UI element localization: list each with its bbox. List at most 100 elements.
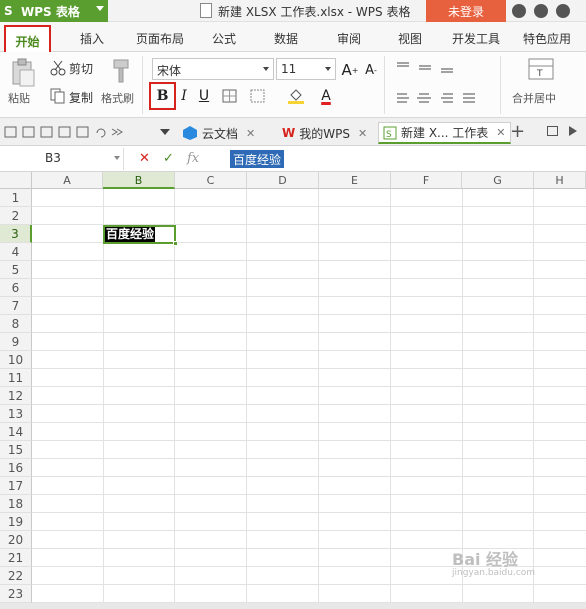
skin-icon[interactable] — [512, 4, 526, 18]
underline-button[interactable]: U — [194, 85, 214, 107]
column-header[interactable]: H — [534, 172, 586, 189]
column-header[interactable]: B — [103, 172, 175, 189]
tab-list-caret-icon[interactable] — [160, 129, 170, 135]
tab-review[interactable]: 审阅 — [337, 30, 361, 47]
chevron-down-icon[interactable] — [114, 156, 120, 160]
row-header[interactable]: 17 — [0, 477, 32, 495]
increase-font-size-icon[interactable]: A + — [340, 59, 360, 81]
insert-function-icon[interactable]: fx — [187, 151, 199, 166]
paste-icon[interactable] — [10, 58, 36, 88]
merge-center-label[interactable]: 合并居中 — [512, 90, 556, 106]
row-header[interactable]: 12 — [0, 387, 32, 405]
italic-button[interactable]: I — [174, 85, 194, 107]
fill-handle[interactable] — [173, 241, 178, 246]
font-name-select[interactable]: 宋体 — [152, 58, 274, 80]
select-all-corner[interactable] — [0, 172, 32, 189]
close-icon[interactable]: ✕ — [246, 127, 255, 140]
tab-insert[interactable]: 插入 — [80, 30, 104, 47]
row-header[interactable]: 2 — [0, 207, 32, 225]
row-header[interactable]: 6 — [0, 279, 32, 297]
scissors-icon[interactable] — [50, 60, 66, 76]
formula-input[interactable]: 百度经验 — [230, 150, 285, 168]
column-header[interactable]: D — [247, 172, 319, 189]
format-painter-icon[interactable] — [108, 58, 132, 86]
fill-color-icon[interactable] — [287, 87, 305, 105]
row-header[interactable]: 14 — [0, 423, 32, 441]
tab-home[interactable]: 开始 — [4, 25, 51, 55]
row-header[interactable]: 7 — [0, 297, 32, 315]
row-header[interactable]: 22 — [0, 567, 32, 585]
font-size-select[interactable]: 11 — [276, 58, 336, 80]
grid-line — [32, 260, 586, 261]
doc-tab-workbook[interactable]: S 新建 X... 工作表 ✕ — [378, 122, 511, 144]
row-header[interactable]: 8 — [0, 315, 32, 333]
column-header[interactable]: G — [462, 172, 534, 189]
grid-line — [32, 494, 586, 495]
column-header[interactable]: C — [175, 172, 247, 189]
spreadsheet-grid[interactable]: A B C D E F G H 1 2 3 4 5 6 7 8 9 10 11 12 13 14 15 16 17 18 19 20 2… — [0, 172, 586, 609]
window-list-icon[interactable] — [547, 126, 558, 136]
copy-label[interactable]: 复制 — [69, 89, 93, 106]
column-header[interactable]: E — [319, 172, 391, 189]
row-header[interactable]: 18 — [0, 495, 32, 513]
merge-center-icon[interactable]: T — [528, 58, 554, 82]
font-size-value: 11 — [281, 62, 297, 76]
row-header[interactable]: 19 — [0, 513, 32, 531]
login-button[interactable]: 未登录 — [426, 0, 506, 22]
grid-line — [32, 512, 586, 513]
paste-label[interactable]: 粘贴 — [8, 90, 30, 106]
column-header[interactable]: A — [32, 172, 103, 189]
tab-data[interactable]: 数据 — [274, 30, 298, 47]
merge-borders-icon[interactable] — [250, 89, 266, 103]
row-header[interactable]: 16 — [0, 459, 32, 477]
quick-access-toolbar — [4, 126, 123, 138]
close-icon[interactable]: ✕ — [358, 127, 367, 140]
font-color-icon[interactable]: A — [316, 85, 336, 107]
cut-label[interactable]: 剪切 — [69, 60, 93, 77]
row-header[interactable]: 13 — [0, 405, 32, 423]
decrease-font-size-icon[interactable]: A- — [361, 59, 381, 81]
title-bar: S WPS 表格 新建 XLSX 工作表.xlsx - WPS 表格 未登录 — [0, 0, 586, 22]
ribbon-tabs: 开始 插入 页面布局 公式 数据 审阅 视图 开发工具 特色应用 — [0, 22, 586, 55]
grid-line — [32, 314, 586, 315]
row-header[interactable]: 3 — [0, 225, 32, 243]
document-icon — [200, 3, 212, 18]
confirm-icon[interactable]: ✓ — [163, 151, 174, 166]
row-header[interactable]: 10 — [0, 351, 32, 369]
row-header[interactable]: 5 — [0, 261, 32, 279]
horizontal-scrollbar[interactable] — [0, 603, 586, 609]
row-header[interactable]: 23 — [0, 585, 32, 603]
grid-line — [32, 368, 586, 369]
row-header[interactable]: 4 — [0, 243, 32, 261]
grid-line — [32, 404, 586, 405]
copy-icon[interactable] — [50, 88, 66, 104]
bold-button[interactable]: B — [149, 82, 176, 110]
tab-view[interactable]: 视图 — [398, 30, 422, 47]
settings-icon[interactable] — [534, 4, 548, 18]
doc-tab-mywps[interactable]: W 我的WPS ✕ — [282, 122, 367, 144]
border-icon[interactable] — [222, 89, 238, 103]
watermark-url: jingyan.baidu.com — [452, 568, 536, 578]
column-header[interactable]: F — [391, 172, 462, 189]
row-header[interactable]: 15 — [0, 441, 32, 459]
account-icon[interactable] — [556, 4, 570, 18]
tab-formulas[interactable]: 公式 — [212, 30, 236, 47]
row-header[interactable]: 9 — [0, 333, 32, 351]
new-tab-icon[interactable]: + — [510, 121, 525, 142]
row-header[interactable]: 20 — [0, 531, 32, 549]
format-painter-label[interactable]: 格式刷 — [101, 90, 134, 106]
cancel-icon[interactable]: ✕ — [139, 151, 150, 166]
name-box[interactable]: B3 — [0, 148, 124, 170]
doc-tab-cloud[interactable]: 云文档 ✕ — [182, 122, 255, 144]
close-icon[interactable]: ✕ — [496, 126, 505, 139]
play-icon[interactable] — [569, 126, 577, 136]
row-header[interactable]: 1 — [0, 189, 32, 207]
tab-special[interactable]: 特色应用 — [523, 30, 571, 47]
row-header[interactable]: 21 — [0, 549, 32, 567]
row-header[interactable]: 11 — [0, 369, 32, 387]
wps-w-icon: W — [282, 126, 296, 140]
grid-line — [32, 386, 586, 387]
app-menu-button[interactable]: S WPS 表格 — [0, 0, 108, 22]
tab-developer[interactable]: 开发工具 — [452, 30, 500, 47]
tab-page-layout[interactable]: 页面布局 — [136, 30, 184, 47]
